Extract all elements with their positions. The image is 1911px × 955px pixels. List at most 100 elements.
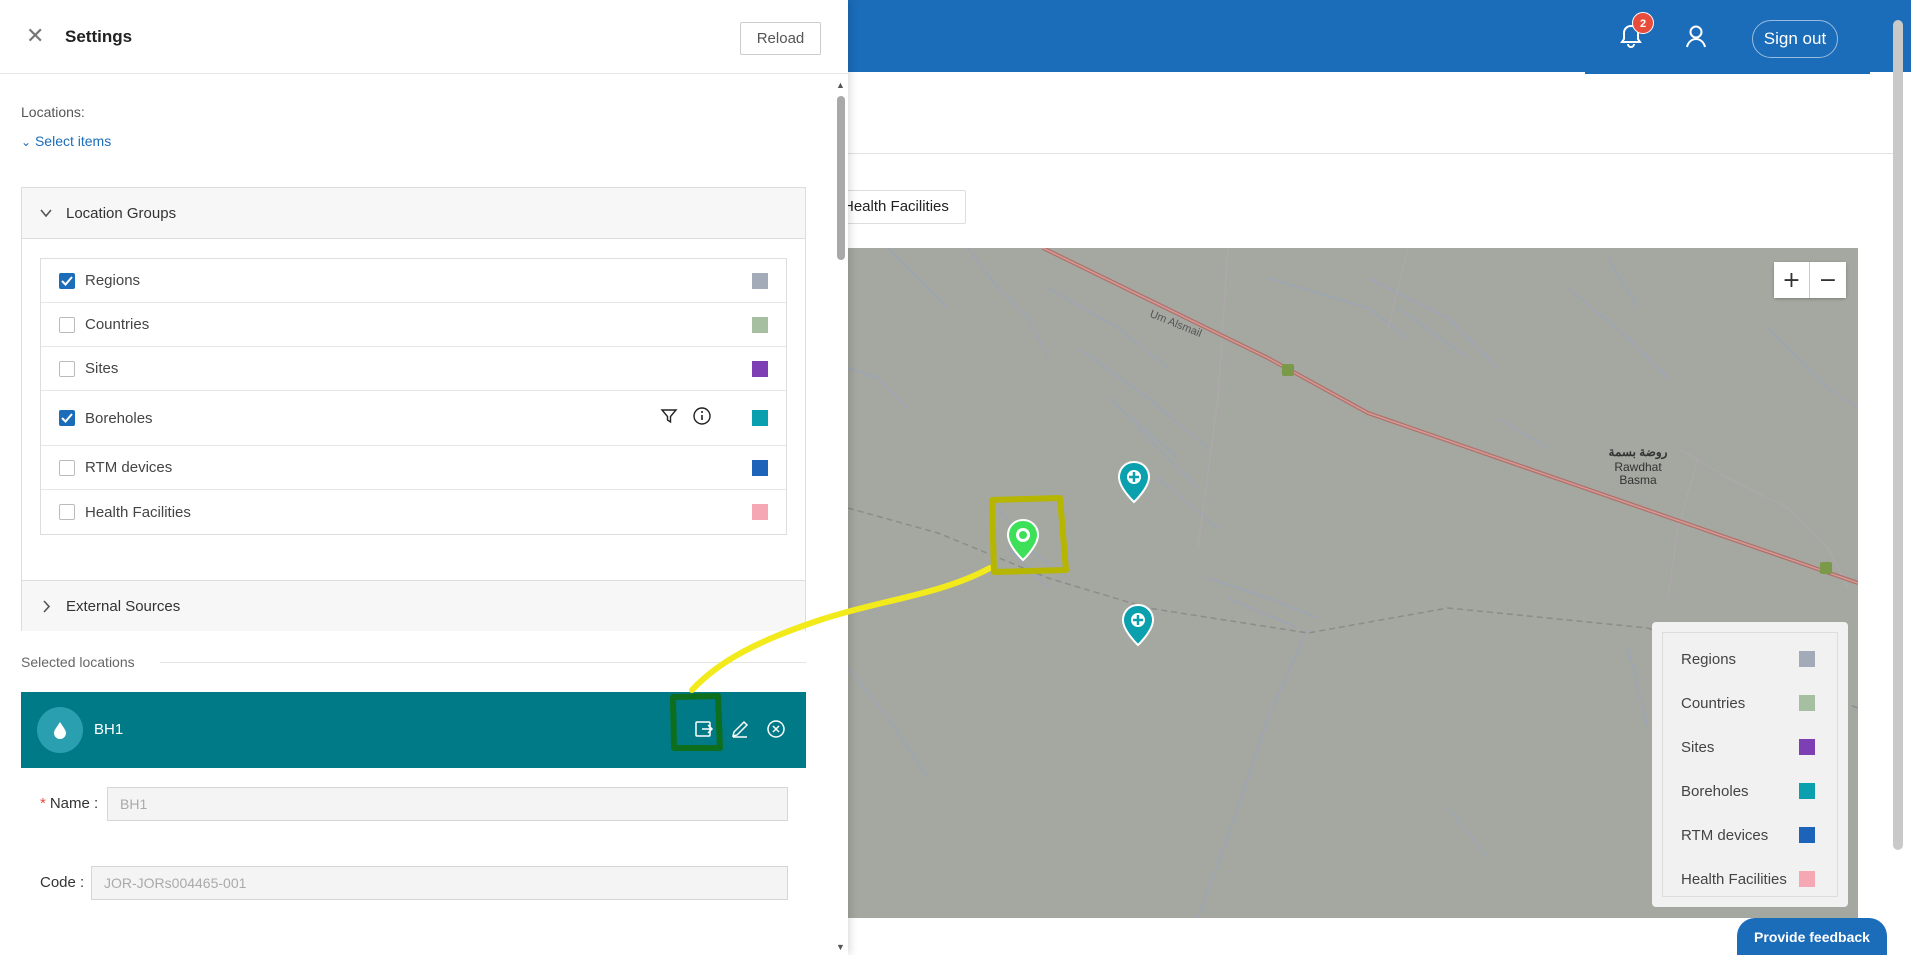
checkbox-checked[interactable] bbox=[59, 410, 75, 426]
code-field-label: Code : bbox=[40, 874, 85, 891]
selected-location-name: BH1 bbox=[94, 721, 124, 738]
chevron-right-icon bbox=[40, 581, 52, 654]
borehole-marker[interactable] bbox=[1120, 603, 1156, 652]
legend-label: Boreholes bbox=[1681, 782, 1749, 800]
info-icon[interactable] bbox=[692, 406, 712, 430]
checkbox[interactable] bbox=[59, 360, 75, 377]
group-label: Regions bbox=[85, 272, 141, 289]
scroll-thumb[interactable] bbox=[837, 96, 845, 260]
user-icon[interactable] bbox=[1683, 22, 1709, 50]
place-label: Rawdhat Basma bbox=[1614, 460, 1662, 487]
settings-title: Settings bbox=[65, 27, 133, 46]
color-swatch bbox=[752, 360, 768, 377]
sign-out-button[interactable]: Sign out bbox=[1752, 20, 1838, 58]
selected-location-marker[interactable] bbox=[1005, 518, 1041, 567]
color-swatch bbox=[752, 459, 768, 476]
water-drop-icon bbox=[37, 707, 83, 753]
legend-item-boreholes: Boreholes bbox=[1663, 769, 1837, 813]
external-sources-label: External Sources bbox=[66, 598, 181, 615]
color-swatch bbox=[752, 504, 768, 520]
legend-item-countries: Countries bbox=[1663, 681, 1837, 725]
group-label: Boreholes bbox=[85, 409, 153, 427]
code-label-text: Code bbox=[40, 874, 76, 891]
group-item-regions[interactable]: Regions bbox=[41, 259, 786, 303]
chevron-down-icon: ⌄ bbox=[21, 135, 32, 149]
place-label-arabic: روضة بسمة bbox=[1608, 445, 1668, 459]
legend-label: Health Facilities bbox=[1681, 870, 1787, 888]
location-groups-label: Location Groups bbox=[66, 205, 177, 222]
location-groups-body: Regions Countries Sites Boreholes RTM de… bbox=[22, 239, 805, 580]
group-label: RTM devices bbox=[85, 459, 173, 476]
legend-label: RTM devices bbox=[1681, 826, 1769, 844]
legend-label: Sites bbox=[1681, 738, 1715, 756]
group-item-sites[interactable]: Sites bbox=[41, 347, 786, 391]
zoom-out-button[interactable]: − bbox=[1810, 262, 1846, 298]
group-actions bbox=[660, 406, 712, 430]
required-marker: * bbox=[40, 795, 46, 812]
legend-item-sites: Sites bbox=[1663, 725, 1837, 769]
group-label: Health Facilities bbox=[85, 503, 191, 521]
location-groups-header[interactable]: Location Groups bbox=[22, 188, 805, 239]
name-label-text: Name bbox=[49, 795, 90, 812]
remove-icon[interactable] bbox=[763, 716, 789, 742]
group-item-boreholes[interactable]: Boreholes bbox=[41, 391, 786, 446]
checkbox[interactable] bbox=[59, 316, 75, 333]
reload-button[interactable]: Reload bbox=[740, 22, 821, 55]
selected-location-card: BH1 bbox=[21, 692, 806, 768]
locations-label: Locations: bbox=[21, 104, 85, 120]
borehole-marker[interactable] bbox=[1116, 460, 1152, 509]
legend-swatch bbox=[1799, 651, 1815, 667]
select-items-link[interactable]: ⌄ Select items bbox=[21, 133, 111, 149]
page-scrollbar[interactable] bbox=[1893, 20, 1903, 850]
notification-badge: 2 bbox=[1632, 12, 1654, 34]
provide-feedback-button[interactable]: Provide feedback bbox=[1737, 918, 1887, 955]
name-field-label: * Name : bbox=[40, 795, 99, 812]
select-items-label: Select items bbox=[34, 133, 112, 149]
chevron-down-icon bbox=[40, 188, 52, 261]
export-icon[interactable] bbox=[691, 716, 717, 742]
legend-item-rtm-devices: RTM devices bbox=[1663, 813, 1837, 857]
legend-swatch bbox=[1799, 783, 1815, 799]
filter-icon[interactable] bbox=[660, 407, 678, 429]
tab-health-facilities[interactable]: Health Facilities bbox=[830, 190, 966, 224]
legend-label: Regions bbox=[1681, 650, 1737, 668]
selected-locations-label: Selected locations bbox=[21, 654, 135, 670]
page-divider bbox=[848, 153, 1898, 154]
location-groups-section: Location Groups Regions Countries Sites bbox=[21, 187, 806, 631]
legend-swatch bbox=[1799, 827, 1815, 843]
group-label: Sites bbox=[85, 360, 119, 377]
settings-panel: ✕ Settings Reload ▲ ▼ Locations: ⌄ Selec… bbox=[0, 0, 848, 955]
legend-swatch bbox=[1799, 739, 1815, 755]
color-swatch bbox=[752, 316, 768, 333]
settings-header: ✕ Settings Reload bbox=[0, 0, 848, 74]
map-legend: Regions Countries Sites Boreholes RTM de… bbox=[1652, 622, 1848, 907]
location-group-list: Regions Countries Sites Boreholes RTM de… bbox=[40, 258, 787, 535]
panel-scrollbar[interactable]: ▲ ▼ bbox=[835, 80, 845, 955]
external-sources-header[interactable]: External Sources bbox=[22, 580, 805, 631]
selected-location-actions bbox=[691, 716, 789, 742]
name-field[interactable]: BH1 bbox=[107, 787, 788, 821]
topbar-underline bbox=[1585, 71, 1870, 74]
legend-swatch bbox=[1799, 871, 1815, 887]
legend-item-regions: Regions bbox=[1663, 637, 1837, 681]
divider bbox=[160, 662, 806, 663]
group-item-countries[interactable]: Countries bbox=[41, 303, 786, 347]
group-label: Countries bbox=[85, 316, 150, 333]
edit-icon[interactable] bbox=[727, 716, 753, 742]
group-item-health-facilities[interactable]: Health Facilities bbox=[41, 490, 786, 534]
checkbox[interactable] bbox=[59, 504, 75, 520]
checkbox[interactable] bbox=[59, 459, 75, 476]
scroll-down-icon[interactable]: ▼ bbox=[836, 942, 845, 952]
legend-label: Countries bbox=[1681, 694, 1746, 712]
close-icon[interactable]: ✕ bbox=[26, 26, 44, 48]
code-field[interactable]: JOR-JORs004465-001 bbox=[91, 866, 788, 900]
group-item-rtm-devices[interactable]: RTM devices bbox=[41, 446, 786, 490]
color-swatch bbox=[752, 272, 768, 289]
color-swatch bbox=[752, 410, 768, 426]
legend-item-health-facilities: Health Facilities bbox=[1663, 857, 1837, 901]
checkbox-checked[interactable] bbox=[59, 272, 75, 289]
zoom-in-button[interactable]: + bbox=[1774, 262, 1810, 298]
scroll-up-icon[interactable]: ▲ bbox=[836, 80, 845, 90]
legend-swatch bbox=[1799, 695, 1815, 711]
zoom-controls: + − bbox=[1774, 262, 1846, 298]
